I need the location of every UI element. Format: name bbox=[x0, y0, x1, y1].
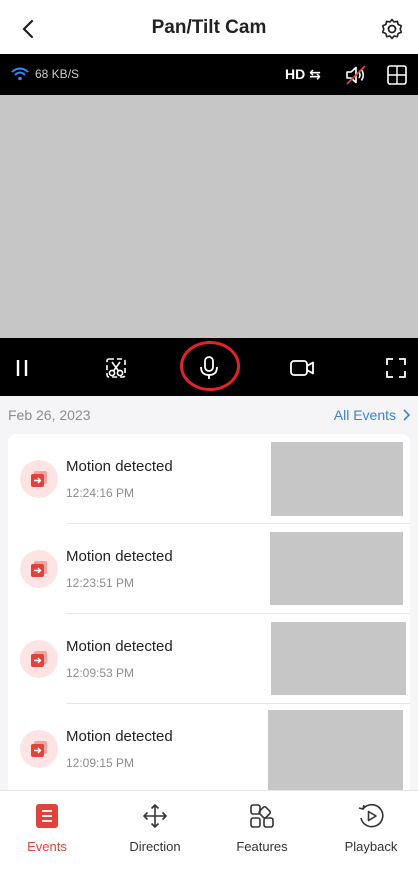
event-time: 12:23:51 PM bbox=[66, 576, 135, 590]
event-item[interactable]: Motion detected 12:09:15 PM bbox=[8, 704, 410, 794]
pause-button[interactable] bbox=[9, 355, 35, 381]
event-item[interactable]: Motion detected 12:09:53 PM bbox=[8, 614, 410, 704]
event-title: Motion detected bbox=[66, 728, 173, 745]
tab-label: Playback bbox=[344, 839, 398, 854]
event-time: 12:24:16 PM bbox=[66, 486, 135, 500]
tab-features[interactable]: Features bbox=[212, 801, 312, 854]
event-thumbnail[interactable] bbox=[270, 532, 403, 605]
tab-direction[interactable]: Direction bbox=[105, 801, 205, 854]
events-list: Motion detected 12:24:16 PM Motion detec… bbox=[8, 434, 410, 794]
motion-event-icon bbox=[20, 550, 58, 588]
live-video-view[interactable] bbox=[0, 95, 418, 338]
player-controls bbox=[0, 338, 418, 396]
page-title: Pan/Tilt Cam bbox=[151, 17, 267, 38]
fullscreen-button[interactable] bbox=[383, 355, 409, 381]
event-item[interactable]: Motion detected 12:24:16 PM bbox=[8, 434, 410, 524]
record-button[interactable] bbox=[289, 355, 315, 381]
event-item[interactable]: Motion detected 12:23:51 PM bbox=[8, 524, 410, 614]
screenshot-button[interactable] bbox=[103, 355, 129, 381]
tab-label: Direction bbox=[129, 839, 181, 854]
talk-button[interactable] bbox=[196, 355, 222, 381]
mute-icon[interactable] bbox=[344, 64, 368, 86]
microphone-icon bbox=[200, 356, 218, 379]
event-title: Motion detected bbox=[66, 638, 173, 655]
event-thumbnail[interactable] bbox=[271, 622, 406, 695]
quality-label: HD bbox=[285, 66, 306, 82]
bitrate-readout: 68 KB/S bbox=[35, 67, 80, 81]
move-arrows-icon bbox=[142, 803, 168, 829]
stream-status-bar: 68 KB/S HD ⇆ bbox=[0, 54, 418, 95]
event-thumbnail[interactable] bbox=[268, 710, 403, 790]
event-title: Motion detected bbox=[66, 548, 173, 565]
tab-playback[interactable]: Playback bbox=[321, 801, 418, 854]
playback-icon bbox=[358, 803, 384, 828]
pause-icon bbox=[16, 360, 28, 376]
motion-event-icon bbox=[20, 460, 58, 498]
features-grid-icon bbox=[250, 804, 274, 828]
fullscreen-icon bbox=[386, 358, 406, 378]
events-list-icon bbox=[36, 804, 58, 828]
event-thumbnail[interactable] bbox=[271, 442, 403, 516]
events-date-row: Feb 26, 2023 All Events bbox=[0, 396, 418, 434]
bottom-tab-bar: Events Direction Features Playback bbox=[0, 790, 418, 870]
video-camera-icon bbox=[290, 360, 314, 376]
event-title: Motion detected bbox=[66, 458, 173, 475]
settings-button[interactable] bbox=[378, 15, 406, 43]
all-events-label: All Events bbox=[333, 407, 396, 423]
tab-label: Features bbox=[236, 839, 288, 854]
all-events-link[interactable]: All Events bbox=[334, 407, 410, 423]
motion-event-icon bbox=[20, 730, 58, 768]
scissors-icon bbox=[106, 358, 126, 378]
quality-toggle[interactable]: HD ⇆ bbox=[285, 66, 321, 83]
grid-view-icon[interactable] bbox=[386, 64, 408, 86]
top-header: Pan/Tilt Cam bbox=[0, 0, 418, 54]
swap-icon: ⇆ bbox=[309, 66, 321, 82]
event-time: 12:09:53 PM bbox=[66, 666, 135, 680]
motion-event-icon bbox=[20, 640, 58, 678]
event-time: 12:09:15 PM bbox=[66, 756, 135, 770]
tab-events[interactable]: Events bbox=[0, 801, 97, 854]
wifi-icon bbox=[11, 67, 29, 81]
gear-icon bbox=[381, 18, 403, 40]
chevron-right-icon bbox=[403, 409, 410, 421]
tab-label: Events bbox=[27, 839, 67, 854]
events-date: Feb 26, 2023 bbox=[8, 407, 91, 423]
